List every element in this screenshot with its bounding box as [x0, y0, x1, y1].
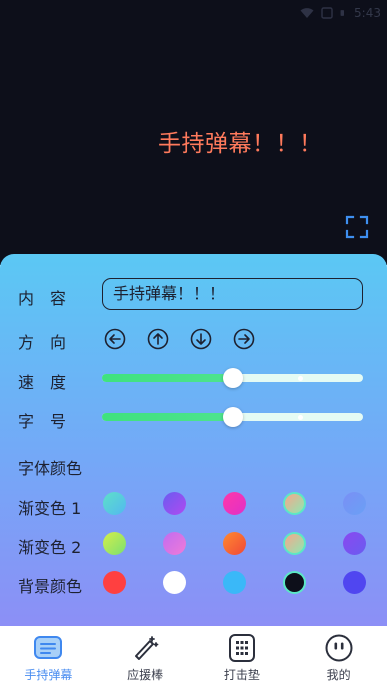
- right-arrow-icon[interactable]: [233, 328, 255, 350]
- gradient1-swatch-1[interactable]: [102, 492, 126, 515]
- gradient2-label: 渐变色 2: [18, 538, 82, 557]
- nav-item-pad[interactable]: 打击垫: [194, 626, 291, 688]
- content-label: 内 容: [18, 289, 67, 308]
- sim-icon: [321, 7, 333, 19]
- background-swatch-3[interactable]: [222, 571, 246, 594]
- barrage-preview: 5:43 手持弹幕！！！: [0, 0, 387, 265]
- gradient1-label: 渐变色 1: [18, 499, 82, 518]
- wand-icon: [135, 636, 159, 660]
- gradient1-swatch-2[interactable]: [162, 492, 186, 515]
- gradient1-swatch-4[interactable]: [282, 492, 306, 515]
- slider-fill: [102, 374, 233, 382]
- battery-icon: [340, 10, 345, 16]
- gradient2-swatch-4[interactable]: [282, 532, 306, 555]
- nav-item-wand[interactable]: 应援棒: [97, 626, 194, 688]
- font-size-slider[interactable]: [102, 406, 363, 428]
- nav-label: 我的: [326, 668, 351, 682]
- gradient1-swatch-5[interactable]: [342, 492, 366, 515]
- down-arrow-icon[interactable]: [190, 328, 212, 350]
- gradient2-swatch-1[interactable]: [102, 532, 126, 555]
- gradient1-swatch-3[interactable]: [222, 492, 246, 515]
- barrage-icon: [34, 636, 63, 659]
- background-swatch-5[interactable]: [342, 571, 366, 594]
- speed-label: 速 度: [18, 373, 67, 392]
- pad-icon: [228, 634, 255, 662]
- settings-panel: 内 容 手持弹幕！！！ 方 向 速 度 字 号 字体颜色 渐变色 1 渐变色 2…: [0, 254, 387, 626]
- background-swatch-4[interactable]: [282, 571, 306, 594]
- profile-icon: [325, 634, 353, 662]
- font-color-title: 字体颜色: [18, 459, 83, 478]
- bottom-nav: 手持弹幕 应援棒 打击垫 我的: [0, 626, 387, 688]
- nav-label: 手持弹幕: [24, 668, 73, 682]
- slider-thumb[interactable]: [222, 368, 243, 388]
- slider-thumb[interactable]: [222, 407, 243, 427]
- fullscreen-icon[interactable]: [344, 214, 370, 240]
- speed-slider[interactable]: [102, 367, 363, 389]
- up-arrow-icon[interactable]: [147, 328, 169, 350]
- gradient2-swatch-2[interactable]: [162, 532, 186, 555]
- left-arrow-icon[interactable]: [104, 328, 126, 350]
- gradient2-swatch-5[interactable]: [342, 532, 366, 555]
- slider-fill: [102, 413, 233, 421]
- nav-label: 应援棒: [127, 668, 164, 682]
- wifi-icon: [300, 8, 314, 18]
- font-size-label: 字 号: [18, 412, 67, 431]
- nav-item-barrage[interactable]: 手持弹幕: [0, 626, 97, 688]
- background-color-label: 背景颜色: [18, 577, 83, 596]
- nav-label: 打击垫: [223, 668, 260, 682]
- barrage-text: 手持弹幕！！！: [158, 131, 323, 157]
- content-input[interactable]: 手持弹幕！！！: [102, 278, 363, 310]
- background-swatch-1[interactable]: [102, 571, 126, 594]
- direction-label: 方 向: [18, 333, 67, 352]
- gradient2-swatch-3[interactable]: [222, 532, 246, 555]
- status-time: 5:43: [354, 6, 381, 20]
- status-bar: 5:43: [267, 0, 387, 26]
- background-swatch-2[interactable]: [162, 571, 186, 594]
- nav-item-profile[interactable]: 我的: [290, 626, 387, 688]
